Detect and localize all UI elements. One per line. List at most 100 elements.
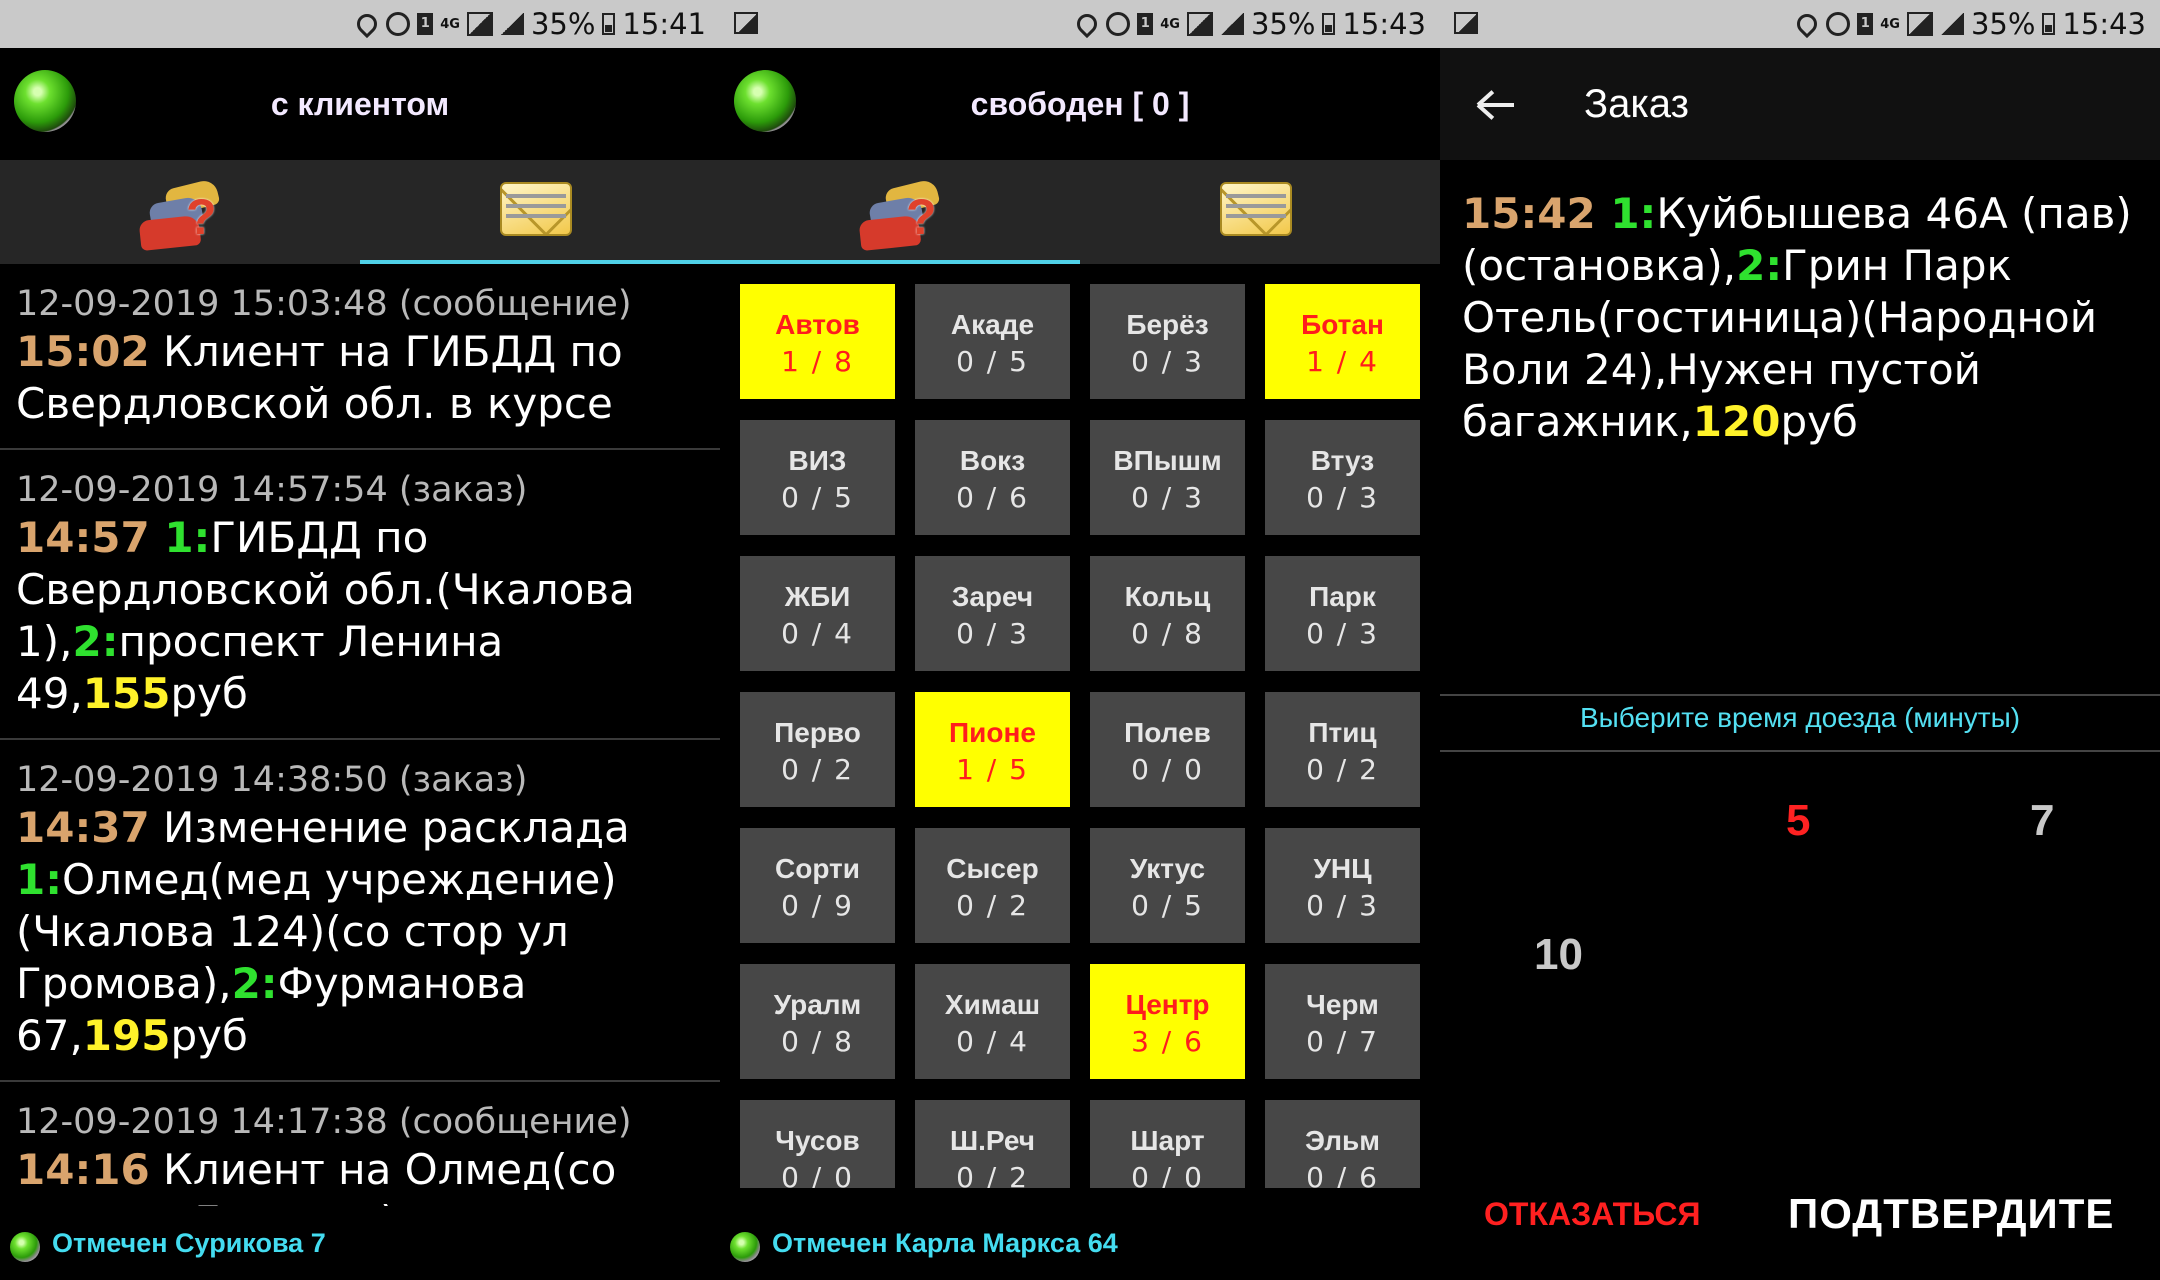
- tab-orders[interactable]: ?: [720, 160, 1080, 264]
- zone-cell[interactable]: Пионе 1 / 5: [915, 692, 1070, 807]
- zone-cell[interactable]: Акаде 0 / 5: [915, 284, 1070, 399]
- battery-percent: 35%: [1250, 7, 1316, 41]
- zone-name: ВПышм: [1113, 445, 1222, 476]
- point-2-label: 2:: [231, 959, 278, 1008]
- zone-cell[interactable]: Кольц 0 / 8: [1090, 556, 1245, 671]
- message-meta: 12-09-2019 14:57:54 (заказ): [16, 470, 528, 510]
- zone-name: Перво: [774, 717, 861, 748]
- zone-name: Птиц: [1308, 717, 1377, 748]
- zone-count: 0 / 6: [1306, 1161, 1379, 1188]
- message-meta: 12-09-2019 15:03:48 (сообщение): [16, 284, 632, 324]
- order-time: 15:42: [1462, 189, 1596, 238]
- zone-name: Эльм: [1305, 1125, 1380, 1156]
- zone-name: Вокз: [959, 445, 1026, 476]
- message-prefix: Изменение расклада: [149, 803, 630, 852]
- 4g-icon: 4G: [1160, 16, 1180, 32]
- eta-prompt: Выберите время доезда (минуты): [1579, 702, 2021, 733]
- point-1-label: 1:: [149, 513, 211, 562]
- zone-name: Химаш: [944, 989, 1041, 1020]
- location-icon: [1073, 9, 1102, 39]
- zone-name: Автов: [775, 309, 860, 340]
- zone-cell[interactable]: ВПышм 0 / 3: [1090, 420, 1245, 535]
- currency: руб: [1780, 397, 1858, 446]
- zone-name: Сысер: [946, 853, 1039, 884]
- list-item[interactable]: 12-09-2019 14:17:38 (сообщение) 14:16 Кл…: [0, 1082, 720, 1206]
- page-title: с клиентом: [270, 85, 450, 122]
- zone-cell[interactable]: Парк 0 / 3: [1265, 556, 1420, 671]
- zone-cell[interactable]: Полев 0 / 0: [1090, 692, 1245, 807]
- zone-count: 1 / 8: [781, 345, 854, 378]
- point-1-label: 1:: [16, 855, 63, 904]
- zone-name: УНЦ: [1313, 853, 1372, 884]
- zone-cell[interactable]: Уктус 0 / 5: [1090, 828, 1245, 943]
- zone-cell[interactable]: Уралм 0 / 8: [740, 964, 895, 1079]
- alarm-icon: [386, 12, 411, 36]
- panel-zones: 1 4G 35% 15:43 свободен [ 0 ] ? Автов 1 /…: [720, 0, 1440, 1280]
- zone-cell[interactable]: Вокз 0 / 6: [915, 420, 1070, 535]
- zone-cell[interactable]: Сысер 0 / 2: [915, 828, 1070, 943]
- eta-option-10[interactable]: 10: [1534, 930, 1583, 980]
- zone-cell[interactable]: Чусов 0 / 0: [740, 1100, 895, 1188]
- message-meta: 12-09-2019 14:38:50 (заказ): [16, 760, 528, 800]
- 4g-icon: 4G: [1880, 16, 1900, 32]
- zone-cell[interactable]: Шарт 0 / 0: [1090, 1100, 1245, 1188]
- zone-cell[interactable]: Эльм 0 / 6: [1265, 1100, 1420, 1188]
- zone-cell[interactable]: Ботан 1 / 4: [1265, 284, 1420, 399]
- zone-cell[interactable]: Перво 0 / 2: [740, 692, 895, 807]
- confirm-button[interactable]: ПОДТВЕРДИТЕ: [1788, 1190, 2114, 1238]
- status-bar: 1 4G 35% 15:41: [0, 0, 720, 48]
- message-time: 14:16: [16, 1145, 150, 1194]
- zone-cell[interactable]: Сорти 0 / 9: [740, 828, 895, 943]
- battery-icon: [602, 13, 616, 35]
- sim-icon: 1: [1857, 13, 1874, 35]
- zone-cell[interactable]: УНЦ 0 / 3: [1265, 828, 1420, 943]
- zone-count: 0 / 3: [1306, 617, 1379, 650]
- zone-cell[interactable]: Автов 1 / 8: [740, 284, 895, 399]
- list-item[interactable]: 12-09-2019 14:38:50 (заказ) 14:37 Измене…: [0, 740, 720, 1082]
- status-led-small-icon: [730, 1232, 760, 1262]
- zone-name: Чусов: [775, 1125, 860, 1156]
- zone-cell[interactable]: Ш.Реч 0 / 2: [915, 1100, 1070, 1188]
- list-item[interactable]: 12-09-2019 14:57:54 (заказ) 14:57 1:ГИБД…: [0, 450, 720, 740]
- zone-count: 0 / 3: [1306, 481, 1379, 514]
- zone-count: 0 / 5: [956, 345, 1029, 378]
- eta-option-5[interactable]: 5: [1786, 796, 1810, 846]
- message-time: 14:37: [16, 803, 150, 852]
- zone-cell[interactable]: Втуз 0 / 3: [1265, 420, 1420, 535]
- zone-count: 1 / 5: [956, 753, 1029, 786]
- cars-question-icon: ?: [138, 178, 221, 252]
- decline-button[interactable]: ОТКАЗАТЬСЯ: [1484, 1196, 1701, 1233]
- zone-cell[interactable]: Центр 3 / 6: [1090, 964, 1245, 1079]
- zone-cell[interactable]: Птиц 0 / 2: [1265, 692, 1420, 807]
- zone-cell[interactable]: Черм 0 / 7: [1265, 964, 1420, 1079]
- zone-name: Уралм: [773, 989, 862, 1020]
- battery-percent: 35%: [530, 7, 596, 41]
- zone-name: Центр: [1125, 989, 1210, 1020]
- zone-name: Втуз: [1310, 445, 1375, 476]
- checkin-status: Отмечен Карла Маркса 64: [772, 1228, 1118, 1258]
- envelope-icon: [1220, 182, 1292, 236]
- back-arrow-icon[interactable]: [1476, 86, 1516, 124]
- price: 155: [82, 669, 171, 718]
- message-meta: 12-09-2019 14:17:38 (сообщение): [16, 1102, 632, 1142]
- list-item[interactable]: 12-09-2019 15:03:48 (сообщение) 15:02 Кл…: [0, 264, 720, 450]
- status-led-small-icon: [10, 1232, 40, 1262]
- message-list[interactable]: 12-09-2019 15:03:48 (сообщение) 15:02 Кл…: [0, 264, 720, 1206]
- zone-cell[interactable]: ВИЗ 0 / 5: [740, 420, 895, 535]
- zone-name: Сорти: [775, 853, 860, 884]
- tab-orders[interactable]: ?: [0, 160, 360, 264]
- zone-cell[interactable]: Берёз 0 / 3: [1090, 284, 1245, 399]
- tab-messages[interactable]: [360, 160, 720, 264]
- zone-cell[interactable]: Зареч 0 / 3: [915, 556, 1070, 671]
- panel-messages: 1 4G 35% 15:41 с клиентом ? 12-09-2019 1…: [0, 0, 720, 1280]
- zone-cell[interactable]: Химаш 0 / 4: [915, 964, 1070, 1079]
- eta-option-7[interactable]: 7: [2030, 796, 2054, 846]
- zone-count: 0 / 4: [781, 617, 854, 650]
- zone-cell[interactable]: ЖБИ 0 / 4: [740, 556, 895, 671]
- zone-count: 0 / 4: [956, 1025, 1029, 1058]
- zone-count: 0 / 0: [1131, 1161, 1204, 1188]
- tab-messages[interactable]: [1080, 160, 1440, 264]
- image-notification-icon: [734, 12, 758, 34]
- message-time: 15:02: [16, 327, 150, 376]
- envelope-icon: [500, 182, 572, 236]
